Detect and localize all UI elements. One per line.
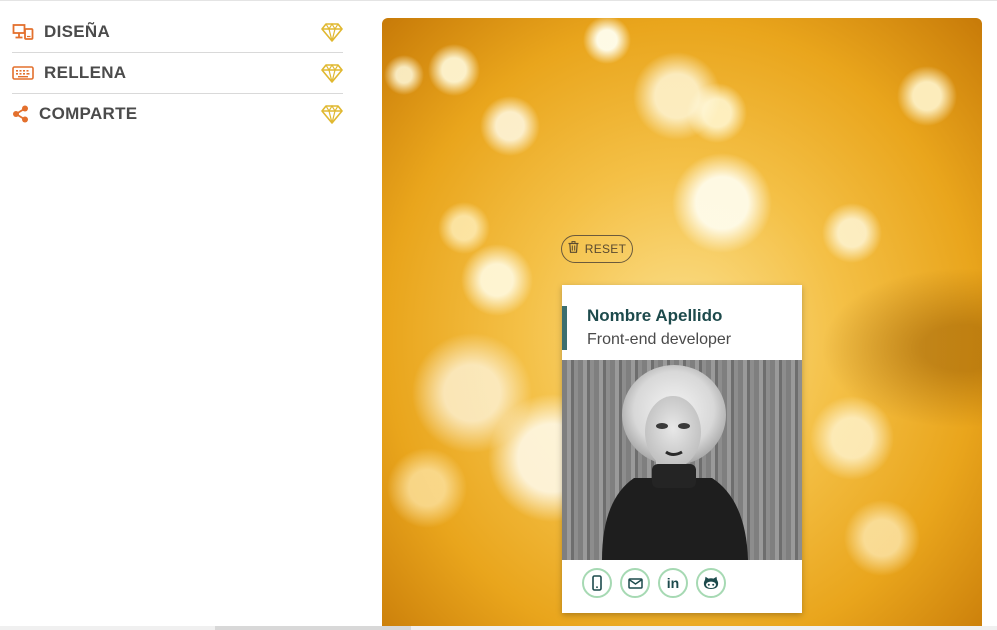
share-icon: [12, 104, 29, 124]
phone-icon: [592, 575, 602, 591]
sidebar-item-label: COMPARTE: [39, 104, 138, 123]
profile-photo: [562, 360, 802, 560]
diamond-icon: [321, 22, 343, 42]
sidebar-item-disena[interactable]: DISEÑA: [12, 12, 343, 53]
horizontal-scrollbar[interactable]: [0, 626, 997, 630]
keyboard-icon: [12, 63, 34, 83]
trash-icon: [568, 240, 579, 258]
card-preview: RESET Nombre Apellido Front-end develope…: [382, 18, 982, 630]
github-icon: [703, 576, 719, 590]
sidebar: DISEÑA RELLENA COMPARTE: [12, 12, 343, 134]
card-header: Nombre Apellido Front-end developer: [562, 285, 802, 360]
card-job: Front-end developer: [587, 331, 732, 348]
sidebar-item-label: DISEÑA: [44, 22, 111, 41]
diamond-icon: [321, 104, 343, 124]
reset-button[interactable]: RESET: [561, 235, 633, 263]
sidebar-item-rellena[interactable]: RELLENA: [12, 53, 343, 94]
sidebar-item-comparte[interactable]: COMPARTE: [12, 94, 343, 134]
linkedin-button[interactable]: in: [658, 568, 688, 598]
phone-button[interactable]: [582, 568, 612, 598]
social-links: in: [582, 568, 726, 598]
design-icon: [12, 22, 34, 42]
card-accent-bar: [562, 306, 567, 350]
sidebar-item-label: RELLENA: [44, 63, 127, 82]
reset-label: RESET: [584, 242, 627, 256]
github-button[interactable]: [696, 568, 726, 598]
email-icon: [627, 577, 643, 589]
diamond-icon: [321, 63, 343, 83]
horizontal-scrollbar-thumb[interactable]: [215, 626, 411, 630]
profile-card: Nombre Apellido Front-end developer in: [562, 285, 802, 613]
email-button[interactable]: [620, 568, 650, 598]
linkedin-icon: in: [666, 575, 680, 591]
card-name: Nombre Apellido: [587, 306, 723, 325]
top-border: [0, 0, 997, 1]
